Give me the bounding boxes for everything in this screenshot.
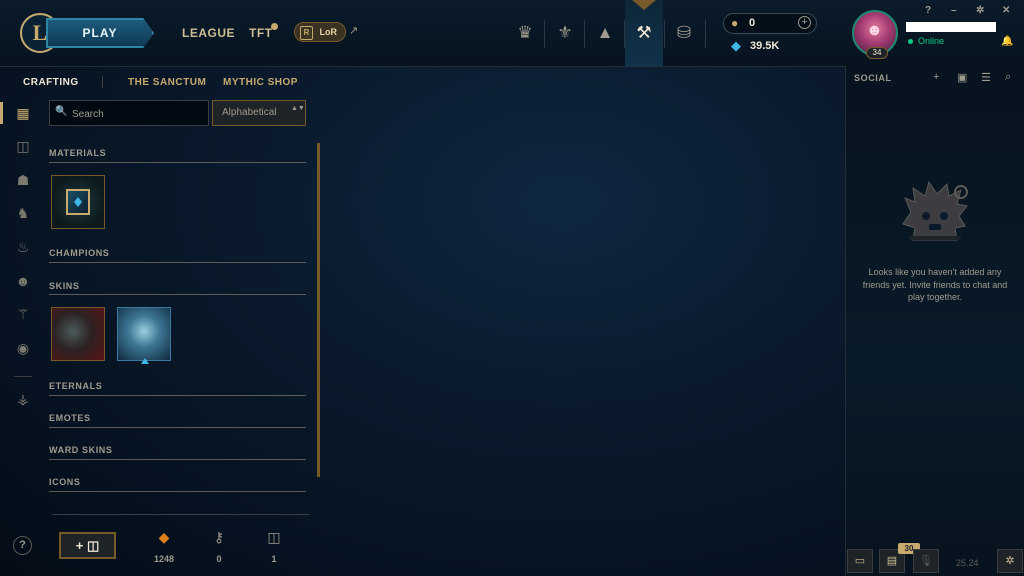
nav-divider (624, 20, 625, 48)
nav-divider (705, 20, 706, 48)
category-emotes: EMOTES (49, 413, 91, 423)
add-friend-icon[interactable]: + (933, 71, 939, 83)
list-view-icon[interactable]: ☰ (981, 71, 991, 84)
key-icon: ⚷ (213, 529, 225, 545)
nav-divider (664, 20, 665, 48)
summoner-level-badge: 34 (866, 47, 888, 59)
search-input[interactable] (70, 104, 204, 124)
riot-points-icon: ● (731, 16, 739, 30)
add-folder-icon[interactable]: ▣ (957, 71, 967, 84)
sort-dropdown[interactable]: Alphabetical (212, 100, 306, 126)
nav-league-tab[interactable]: LEAGUE (182, 26, 235, 40)
tab-mythic-shop[interactable]: MYTHIC SHOP (223, 77, 298, 88)
lor-label: LoR (319, 27, 338, 37)
add-loot-button[interactable]: + ◫ (59, 532, 116, 559)
close-icon[interactable]: ✕ (1002, 5, 1010, 16)
category-divider (49, 294, 306, 295)
client-window: L PLAY LEAGUE TFT R LoR ↗ ♛ ⚜ ▲ ⚒ ⛁ ● 0 … (0, 0, 1024, 576)
chest-icon[interactable]: ◫ (13, 136, 33, 156)
skin-mask-icon[interactable]: ♞ (13, 203, 33, 223)
minimize-icon[interactable]: – (951, 5, 957, 16)
material-key-fragment-tile[interactable] (51, 175, 105, 229)
key-count: 0 (216, 554, 222, 564)
category-skins: SKINS (49, 281, 80, 291)
bug-report-button[interactable]: ✲ (997, 549, 1023, 573)
category-divider (49, 427, 306, 428)
category-divider (49, 262, 306, 263)
emote-face-icon[interactable]: ☻ (13, 271, 33, 291)
search-icon: 🔍 (55, 106, 68, 117)
poro-mascot-icon (902, 180, 968, 241)
rail-active-indicator (0, 102, 3, 124)
buy-rp-button[interactable]: + (798, 16, 811, 29)
external-link-icon: ↗ (349, 25, 359, 37)
collection-bag-icon[interactable]: ▲ (591, 19, 619, 47)
blue-essence-value: 39.5K (750, 40, 780, 52)
bottom-divider (52, 514, 309, 515)
nav-divider (544, 20, 545, 48)
category-divider (49, 491, 306, 492)
store-coins-icon[interactable]: ⛁ (670, 19, 698, 47)
category-divider (49, 162, 306, 163)
category-divider (49, 459, 306, 460)
play-button[interactable]: PLAY (46, 18, 154, 48)
chest-count-icon: ◫ (267, 529, 281, 545)
chest-count: 1 (271, 554, 277, 564)
help-icon[interactable]: ? (925, 5, 931, 16)
tft-notification-dot (271, 23, 278, 30)
chat-button[interactable]: ▭ (847, 549, 873, 573)
online-status-label[interactable]: Online (918, 36, 944, 46)
orange-essence-icon: ◆ (158, 529, 170, 545)
worlds-trophy-icon[interactable]: ♛ (511, 19, 539, 47)
category-ward-skins: WARD SKINS (49, 445, 113, 455)
hextech-material-icon (66, 189, 90, 215)
riot-points-value: 0 (749, 17, 756, 29)
search-friends-icon[interactable]: ⌕ (1005, 71, 1011, 84)
avatar-portrait-icon: ☻ (866, 22, 883, 39)
skin-shard-tile[interactable] (51, 307, 105, 361)
tab-crafting[interactable]: CRAFTING (23, 77, 79, 88)
category-materials: MATERIALS (49, 148, 107, 158)
nav-tft-tab[interactable]: TFT (249, 26, 273, 40)
eternals-flame-icon[interactable]: ♨ (13, 237, 33, 257)
crafting-help-button[interactable]: ? (13, 536, 32, 555)
ward-icon[interactable]: ⚚ (13, 304, 33, 324)
tab-the-sanctum[interactable]: THE SANCTUM (128, 77, 206, 88)
champion-helmet-icon[interactable]: ☗ (13, 170, 33, 190)
online-status-dot (908, 39, 913, 44)
blue-essence-icon: ◆ (731, 38, 741, 53)
social-panel (845, 66, 1024, 576)
settings-gear-icon[interactable]: ✲ (976, 5, 984, 16)
category-eternals: ETERNALS (49, 381, 103, 391)
chevron-updown-icon: ▲▼ (291, 105, 305, 112)
all-grid-icon[interactable]: ▦ (13, 103, 33, 123)
empty-friends-message: Looks like you haven't added any friends… (862, 267, 1008, 302)
loot-scrollbar[interactable] (317, 143, 320, 477)
category-champions: CHAMPIONS (49, 248, 110, 258)
skin-shard-tile[interactable] (117, 307, 171, 361)
lor-launch-button[interactable]: R LoR (294, 22, 346, 42)
ranked-crest-icon[interactable]: ⚜ (551, 19, 579, 47)
profile-icon-icon[interactable]: ◉ (13, 338, 33, 358)
notifications-bell-icon[interactable]: 🔔 (1001, 36, 1013, 47)
category-divider (49, 395, 306, 396)
nav-divider (584, 20, 585, 48)
category-icons: ICONS (49, 477, 81, 487)
rail-divider (14, 376, 32, 377)
lor-logo-icon: R (300, 26, 313, 40)
social-title: SOCIAL (854, 73, 892, 83)
loot-hextech-icon[interactable]: ⚒ (630, 19, 658, 47)
tft-companion-icon[interactable]: ⚶ (13, 389, 33, 409)
subnav-divider (102, 76, 103, 88)
voice-mic-button[interactable]: 🎙 (913, 549, 939, 573)
client-version: 25.24 (956, 558, 979, 568)
orange-essence-count: 1248 (153, 554, 175, 564)
summoner-name-redacted (906, 22, 996, 32)
